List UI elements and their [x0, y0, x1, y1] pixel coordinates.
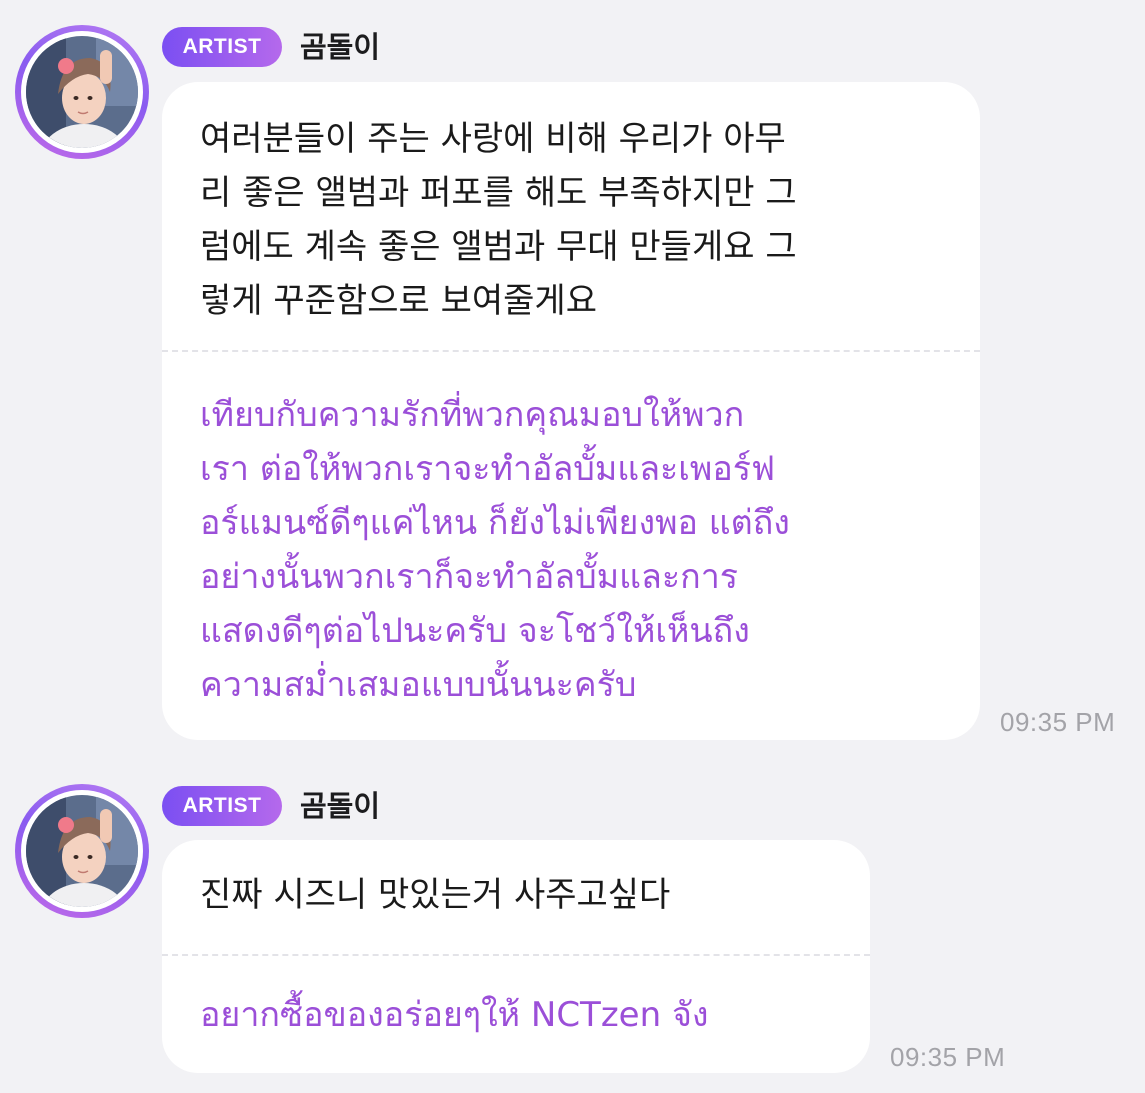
artist-badge: ARTIST	[162, 786, 282, 826]
message-bubble[interactable]: 진짜 시즈니 맛있는거 사주고싶다 อยากซื้อของอร่อยๆให้ N…	[162, 840, 870, 1073]
profile-photo-icon	[26, 795, 138, 907]
message-timestamp: 09:35 PM	[1000, 707, 1116, 737]
avatar-frame	[21, 790, 143, 912]
avatar-frame	[21, 31, 143, 153]
translation-text: อยากซื้อของอร่อยๆให้ NCTzen จัง	[200, 995, 709, 1035]
translation-text: เทียบกับความรักที่พวกคุณมอบให้พวก เรา ต่…	[200, 395, 790, 705]
author-name[interactable]: 곰돌이	[300, 786, 380, 826]
original-text: 여러분들이 주는 사랑에 비해 우리가 아무 리 좋은 앨범과 퍼포를 해도 부…	[200, 119, 797, 321]
chat-message: ARTIST 곰돌이 진짜 시즈니 맛있는거 사주고싶다 อยากซื้อของ…	[0, 760, 1145, 1093]
avatar[interactable]	[15, 25, 149, 159]
translation-divider	[162, 954, 870, 956]
message-bubble[interactable]: 여러분들이 주는 사랑에 비해 우리가 아무 리 좋은 앨범과 퍼포를 해도 부…	[162, 82, 980, 740]
translation-divider	[162, 350, 980, 352]
chat-message: ARTIST 곰돌이 여러분들이 주는 사랑에 비해 우리가 아무 리 좋은 앨…	[0, 0, 1145, 760]
profile-photo-icon	[26, 36, 138, 148]
author-name[interactable]: 곰돌이	[300, 27, 380, 67]
original-text: 진짜 시즈니 맛있는거 사주고싶다	[200, 875, 671, 915]
avatar[interactable]	[15, 784, 149, 918]
artist-badge: ARTIST	[162, 27, 282, 67]
message-timestamp: 09:35 PM	[890, 1042, 1006, 1072]
